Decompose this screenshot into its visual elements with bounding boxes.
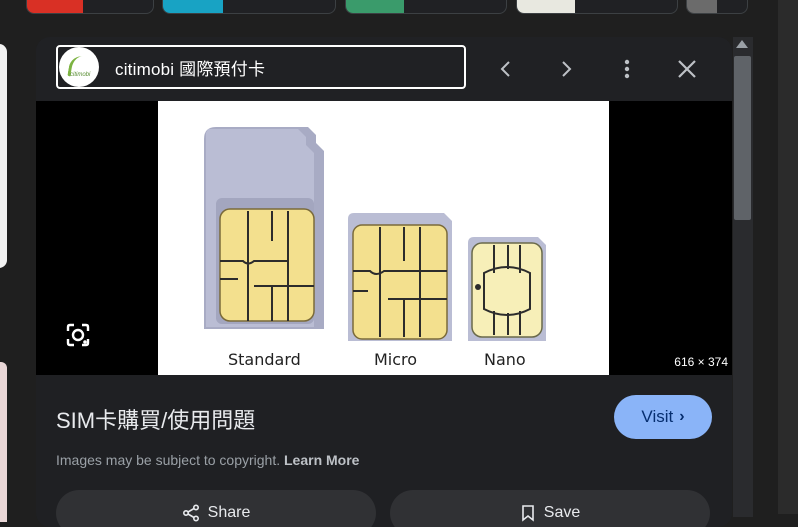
google-lens-icon[interactable] (62, 319, 94, 351)
learn-more-link[interactable]: Learn More (284, 452, 359, 468)
source-site-name: citimobi 國際預付卡 (115, 59, 266, 79)
chevron-left-icon[interactable] (490, 53, 522, 85)
label-standard: Standard (228, 350, 301, 369)
thumbnail-image (27, 0, 83, 13)
more-vert-icon[interactable] (611, 53, 643, 85)
image-dimensions: 616 × 374 (674, 355, 728, 369)
scrollbar-thumb[interactable] (734, 56, 751, 220)
thumbnail-image (687, 0, 717, 13)
label-nano: Nano (484, 350, 526, 369)
scroll-up-arrow[interactable] (736, 40, 748, 48)
related-image-thumbnail[interactable] (345, 0, 507, 14)
share-label: Share (207, 504, 251, 521)
site-favicon: citimobi (59, 47, 99, 87)
page-title[interactable]: SIM卡購買/使用問題 (56, 403, 255, 435)
copyright-notice: Images may be subject to copyright. Lear… (56, 452, 359, 468)
related-image-thumbnail[interactable] (162, 0, 336, 14)
label-micro: Micro (374, 350, 417, 369)
share-icon (182, 504, 199, 522)
image-preview-panel: citimobi citimobi 國際預付卡 Standard Micro N… (36, 37, 732, 527)
visit-button[interactable]: Visit › (614, 395, 712, 439)
chevron-right-icon[interactable] (550, 53, 582, 85)
panel-header: citimobi citimobi 國際預付卡 (36, 37, 732, 101)
related-image-thumbnail[interactable] (516, 0, 678, 14)
favicon-wordmark: citimobi (70, 72, 91, 78)
window-edge (778, 0, 798, 514)
previous-result-card[interactable] (0, 44, 7, 268)
image-viewer[interactable]: Standard Micro Nano 616 × 374 (36, 101, 732, 375)
sim-card-sizes-image[interactable]: Standard Micro Nano (158, 101, 609, 375)
close-icon[interactable] (671, 53, 703, 85)
related-image-thumbnail[interactable] (26, 0, 154, 14)
result-card-partial[interactable] (0, 362, 7, 522)
thumbnail-image (346, 0, 404, 13)
related-image-thumbnail[interactable] (686, 0, 748, 14)
source-link[interactable]: citimobi citimobi 國際預付卡 (56, 45, 466, 89)
visit-label: Visit (641, 407, 674, 426)
copyright-text: Images may be subject to copyright. (56, 452, 281, 468)
save-button[interactable]: Save (390, 490, 710, 527)
thumbnail-image (517, 0, 575, 13)
bookmark-icon (521, 505, 534, 522)
chevron-right-icon: › (679, 408, 685, 425)
save-label: Save (543, 504, 581, 521)
share-button[interactable]: Share (56, 490, 376, 527)
thumbnail-image (163, 0, 223, 13)
